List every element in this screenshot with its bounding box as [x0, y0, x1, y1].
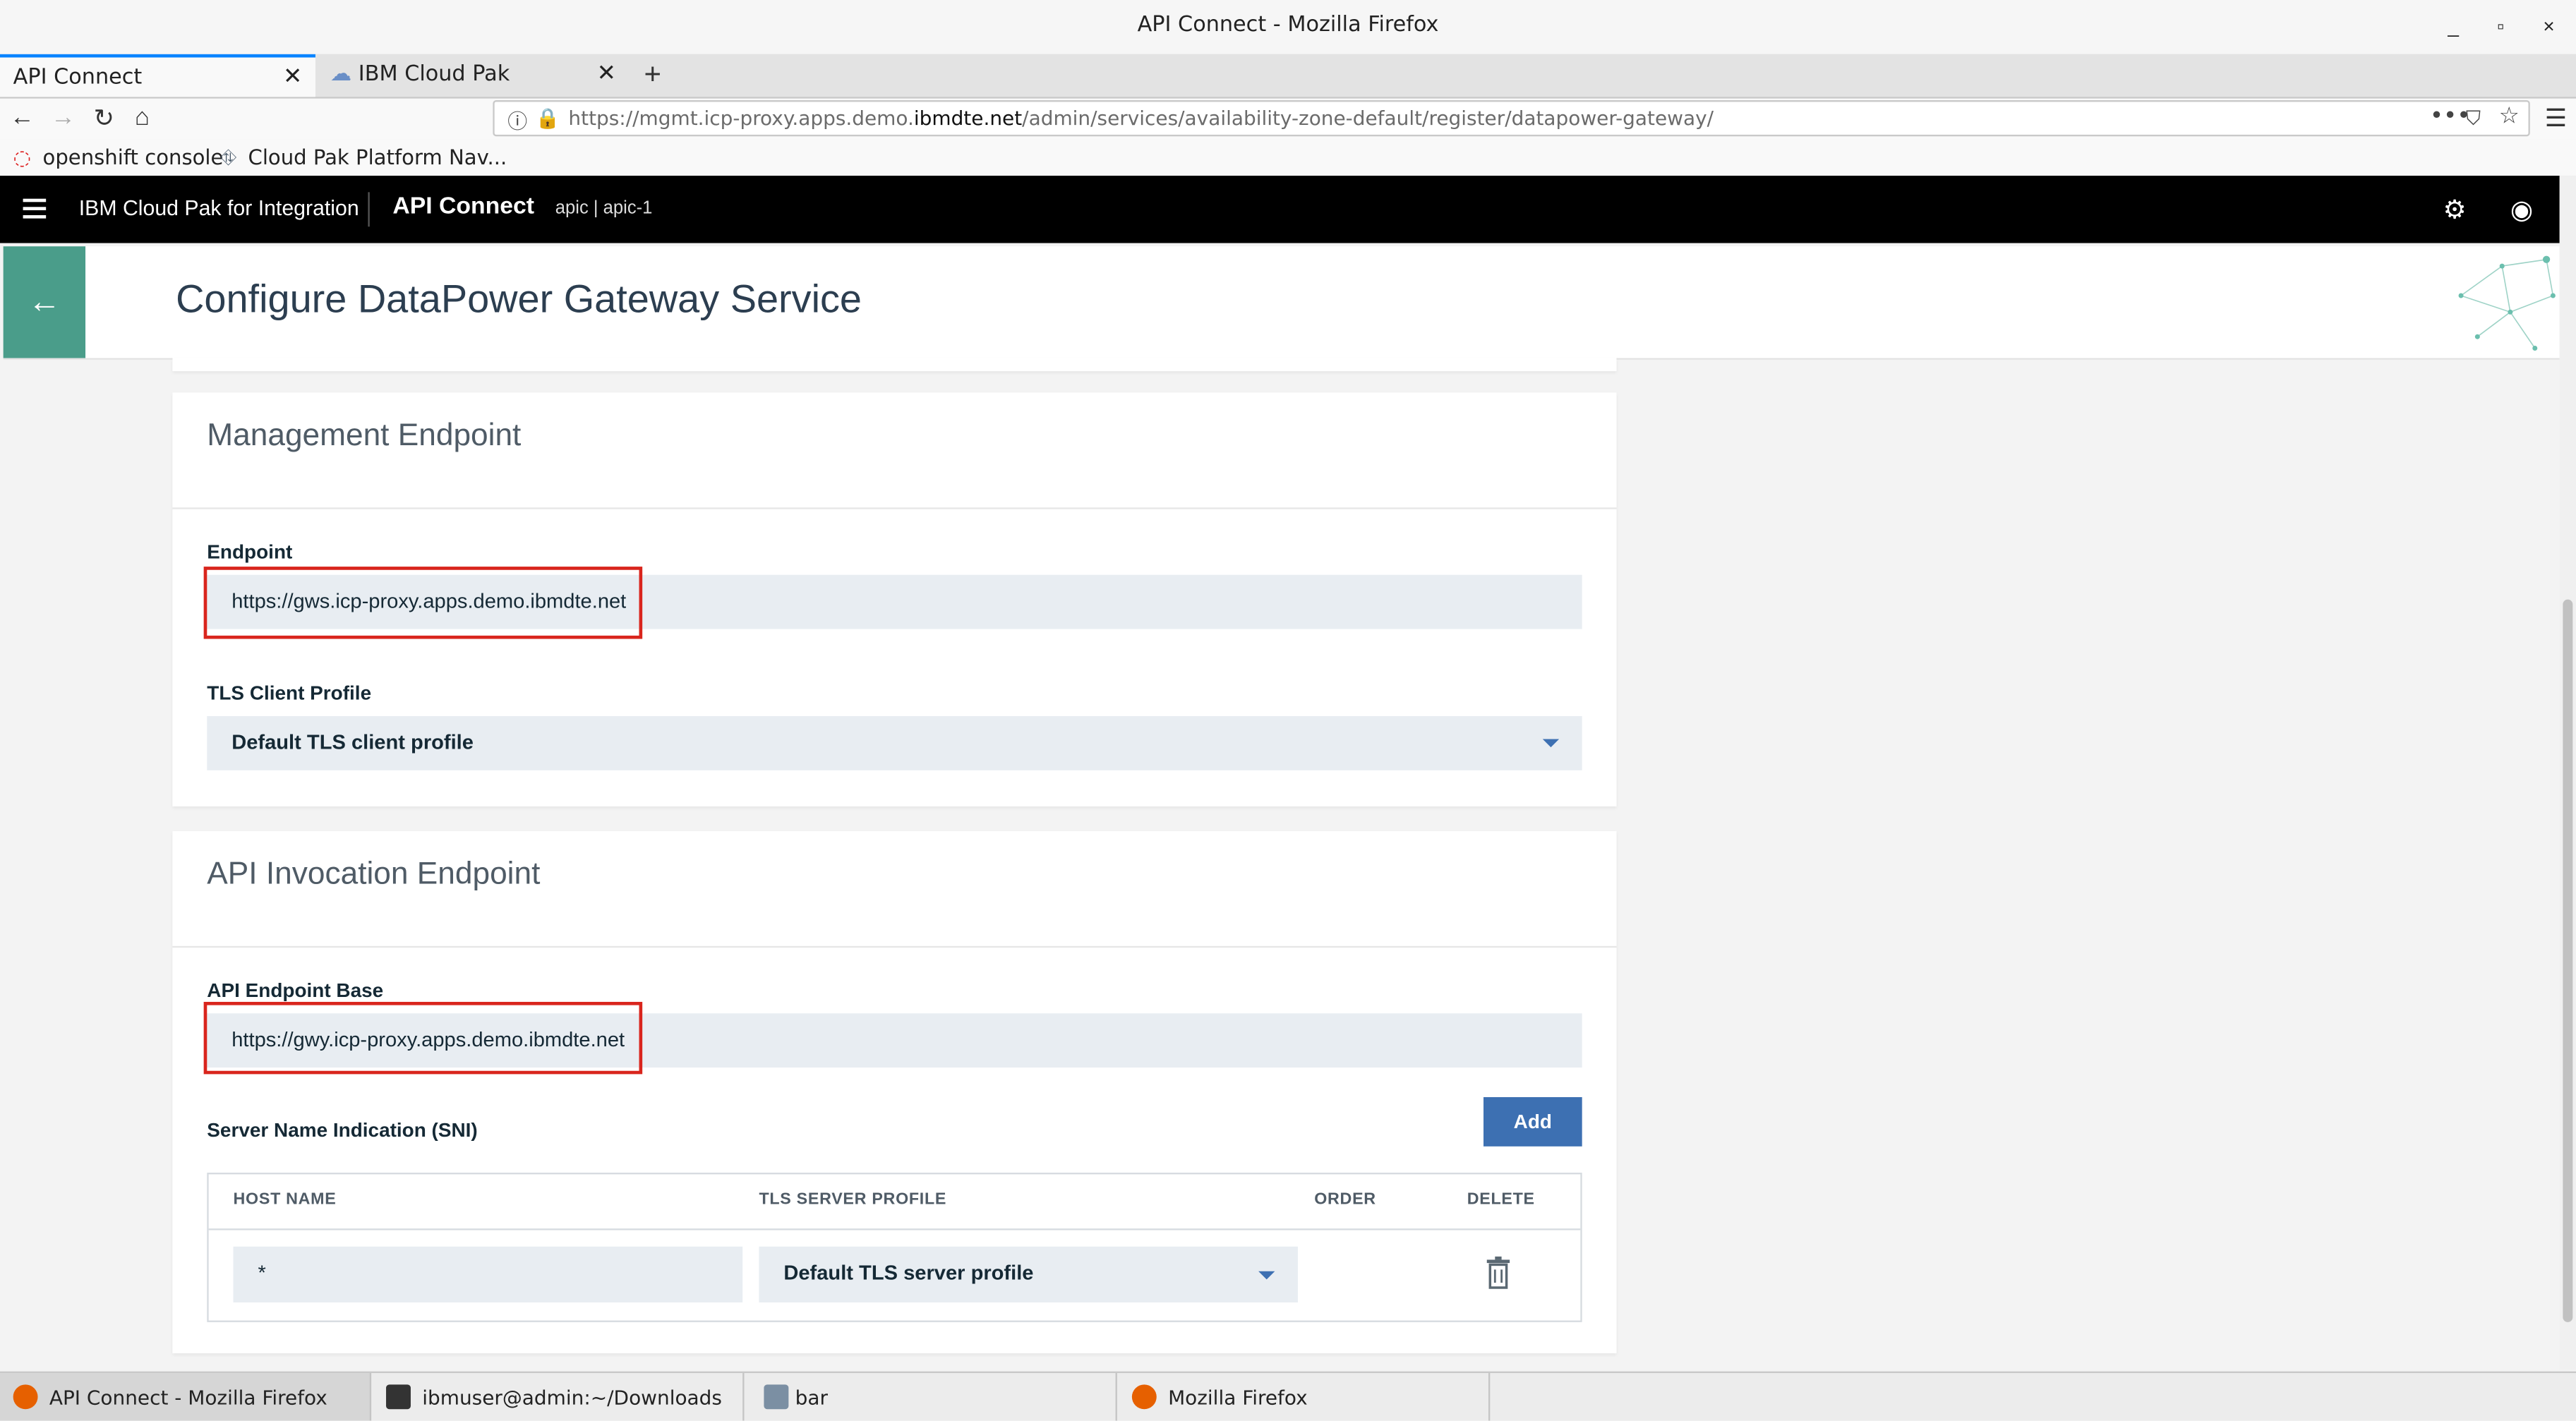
navigation-bar: ← → ↻ ⌂ ⓘ 🔒 https://mgmt.icp-proxy.apps.…	[0, 98, 2576, 140]
chevron-down-icon	[1258, 1271, 1275, 1280]
product-name[interactable]: IBM Cloud Pak for Integration	[79, 195, 359, 220]
url-suffix: /admin/services/availability-zone-defaul…	[1022, 107, 1714, 130]
bookmark-openshift[interactable]: openshift console	[43, 145, 224, 169]
new-tab-icon[interactable]: +	[644, 57, 661, 92]
bookmark-cloud-pak-nav[interactable]: Cloud Pak Platform Nav...	[248, 145, 507, 169]
card-header: Management Endpoint	[172, 392, 1617, 509]
column-header-tls-server-profile: TLS SERVER PROFILE	[759, 1190, 947, 1209]
settings-gear-icon[interactable]: ⚙	[2443, 194, 2466, 227]
os-taskbar: API Connect - Mozilla Firefox ibmuser@ad…	[0, 1371, 2576, 1421]
star-icon[interactable]: ☆	[2499, 104, 2520, 130]
back-arrow-button[interactable]: ←	[3, 246, 86, 358]
scrollbar-thumb[interactable]	[2563, 599, 2573, 1322]
taskbar-item-terminal[interactable]: ibmuser@admin:~/Downloads	[373, 1373, 745, 1421]
header-divider	[368, 192, 370, 227]
window-title: API Connect - Mozilla Firefox	[1137, 13, 1439, 38]
section-heading: API Invocation Endpoint	[207, 857, 541, 892]
close-tab-icon[interactable]: ✕	[597, 61, 616, 87]
section-heading: Management Endpoint	[207, 418, 522, 454]
openshift-icon: ◌	[13, 144, 32, 169]
context-label: apic | apic-1	[555, 198, 653, 219]
user-avatar-icon[interactable]: ◉	[2510, 194, 2534, 227]
taskbar-label: bar	[795, 1386, 828, 1410]
maximize-button[interactable]: ▫	[2497, 15, 2504, 38]
lock-icon: 🔒	[535, 107, 560, 130]
cloud-icon: ☁	[330, 62, 352, 87]
network-decoration-icon	[2458, 255, 2556, 351]
previous-card-edge	[172, 358, 1617, 372]
chevron-down-icon	[1542, 739, 1560, 748]
tab-ibm-cloud-pak[interactable]: ☁ IBM Cloud Pak ✕	[317, 54, 629, 97]
tls-client-profile-select[interactable]: Default TLS client profile	[207, 715, 1582, 770]
trash-icon[interactable]	[1486, 1256, 1510, 1290]
host-name-input[interactable]: *	[233, 1246, 743, 1302]
taskbar-item-bar[interactable]: bar	[746, 1373, 1117, 1421]
tls-server-profile-select[interactable]: Default TLS server profile	[759, 1246, 1298, 1302]
add-button[interactable]: Add	[1483, 1096, 1582, 1147]
cloud-pak-icon: ⛗	[219, 144, 237, 169]
table-divider	[208, 1228, 1581, 1230]
info-icon[interactable]: ⓘ	[507, 107, 527, 135]
taskbar-label: API Connect - Mozilla Firefox	[49, 1386, 327, 1410]
tab-api-connect[interactable]: API Connect ✕	[0, 54, 315, 97]
column-header-delete: DELETE	[1467, 1190, 1535, 1209]
forward-icon[interactable]: →	[51, 104, 76, 132]
url-domain: ibmdte.net	[913, 107, 1023, 130]
taskbar-label: ibmuser@admin:~/Downloads	[422, 1386, 722, 1410]
tab-strip: API Connect ✕ ☁ IBM Cloud Pak ✕ +	[0, 54, 2576, 99]
sni-label: Server Name Indication (SNI)	[207, 1118, 478, 1142]
url-prefix: https://mgmt.icp-proxy.apps.demo.	[568, 107, 914, 130]
document-icon	[764, 1384, 789, 1410]
tls-client-profile-label: TLS Client Profile	[207, 682, 372, 705]
menu-icon[interactable]: ☰	[2545, 104, 2567, 133]
column-header-order: ORDER	[1314, 1190, 1376, 1209]
home-icon[interactable]: ⌂	[135, 104, 150, 132]
tab-label: API Connect	[13, 66, 143, 91]
management-endpoint-card: Management Endpoint Endpoint https://gws…	[172, 392, 1617, 806]
api-endpoint-base-label: API Endpoint Base	[207, 979, 384, 1002]
highlight-box	[203, 1001, 643, 1075]
app-name[interactable]: API Connect	[392, 194, 534, 220]
firefox-icon	[13, 1384, 38, 1410]
taskbar-item-firefox[interactable]: Mozilla Firefox	[1119, 1373, 1491, 1421]
card-header: API Invocation Endpoint	[172, 831, 1617, 948]
close-tab-icon[interactable]: ✕	[283, 64, 302, 90]
tab-label: IBM Cloud Pak	[358, 62, 510, 87]
page-title: Configure DataPower Gateway Service	[176, 277, 862, 322]
terminal-icon	[386, 1384, 411, 1410]
api-invocation-endpoint-card: API Invocation Endpoint API Endpoint Bas…	[172, 830, 1617, 1354]
sni-table: HOST NAME TLS SERVER PROFILE ORDER DELET…	[207, 1173, 1582, 1322]
tls-client-profile-value: Default TLS client profile	[231, 730, 474, 754]
app-header: IBM Cloud Pak for Integration API Connec…	[0, 176, 2560, 243]
taskbar-label: Mozilla Firefox	[1168, 1386, 1308, 1410]
column-header-host-name: HOST NAME	[233, 1190, 337, 1209]
page-scrollbar[interactable]	[2559, 176, 2576, 1370]
close-window-button[interactable]: ×	[2543, 15, 2554, 38]
firefox-icon	[1131, 1384, 1157, 1410]
tls-server-profile-value: Default TLS server profile	[783, 1261, 1034, 1285]
taskbar-item-api-connect[interactable]: API Connect - Mozilla Firefox	[0, 1373, 372, 1421]
reload-icon[interactable]: ↻	[94, 104, 114, 133]
minimize-button[interactable]: _	[2448, 15, 2459, 38]
back-icon[interactable]: ←	[10, 104, 35, 132]
bookmarks-bar: ◌ openshift console ⛗ Cloud Pak Platform…	[0, 139, 2576, 178]
pocket-icon[interactable]: ⛉	[2466, 107, 2481, 131]
highlight-box	[203, 567, 643, 639]
url-bar[interactable]: ⓘ 🔒 https://mgmt.icp-proxy.apps.demo.ibm…	[493, 99, 2530, 137]
page-header: ← Configure DataPower Gateway Service	[3, 246, 2560, 360]
endpoint-label: Endpoint	[207, 540, 293, 564]
more-icon[interactable]: •••	[2430, 104, 2471, 130]
window-titlebar: API Connect - Mozilla Firefox _ ▫ ×	[0, 0, 2576, 56]
hamburger-menu-icon[interactable]	[23, 198, 47, 219]
